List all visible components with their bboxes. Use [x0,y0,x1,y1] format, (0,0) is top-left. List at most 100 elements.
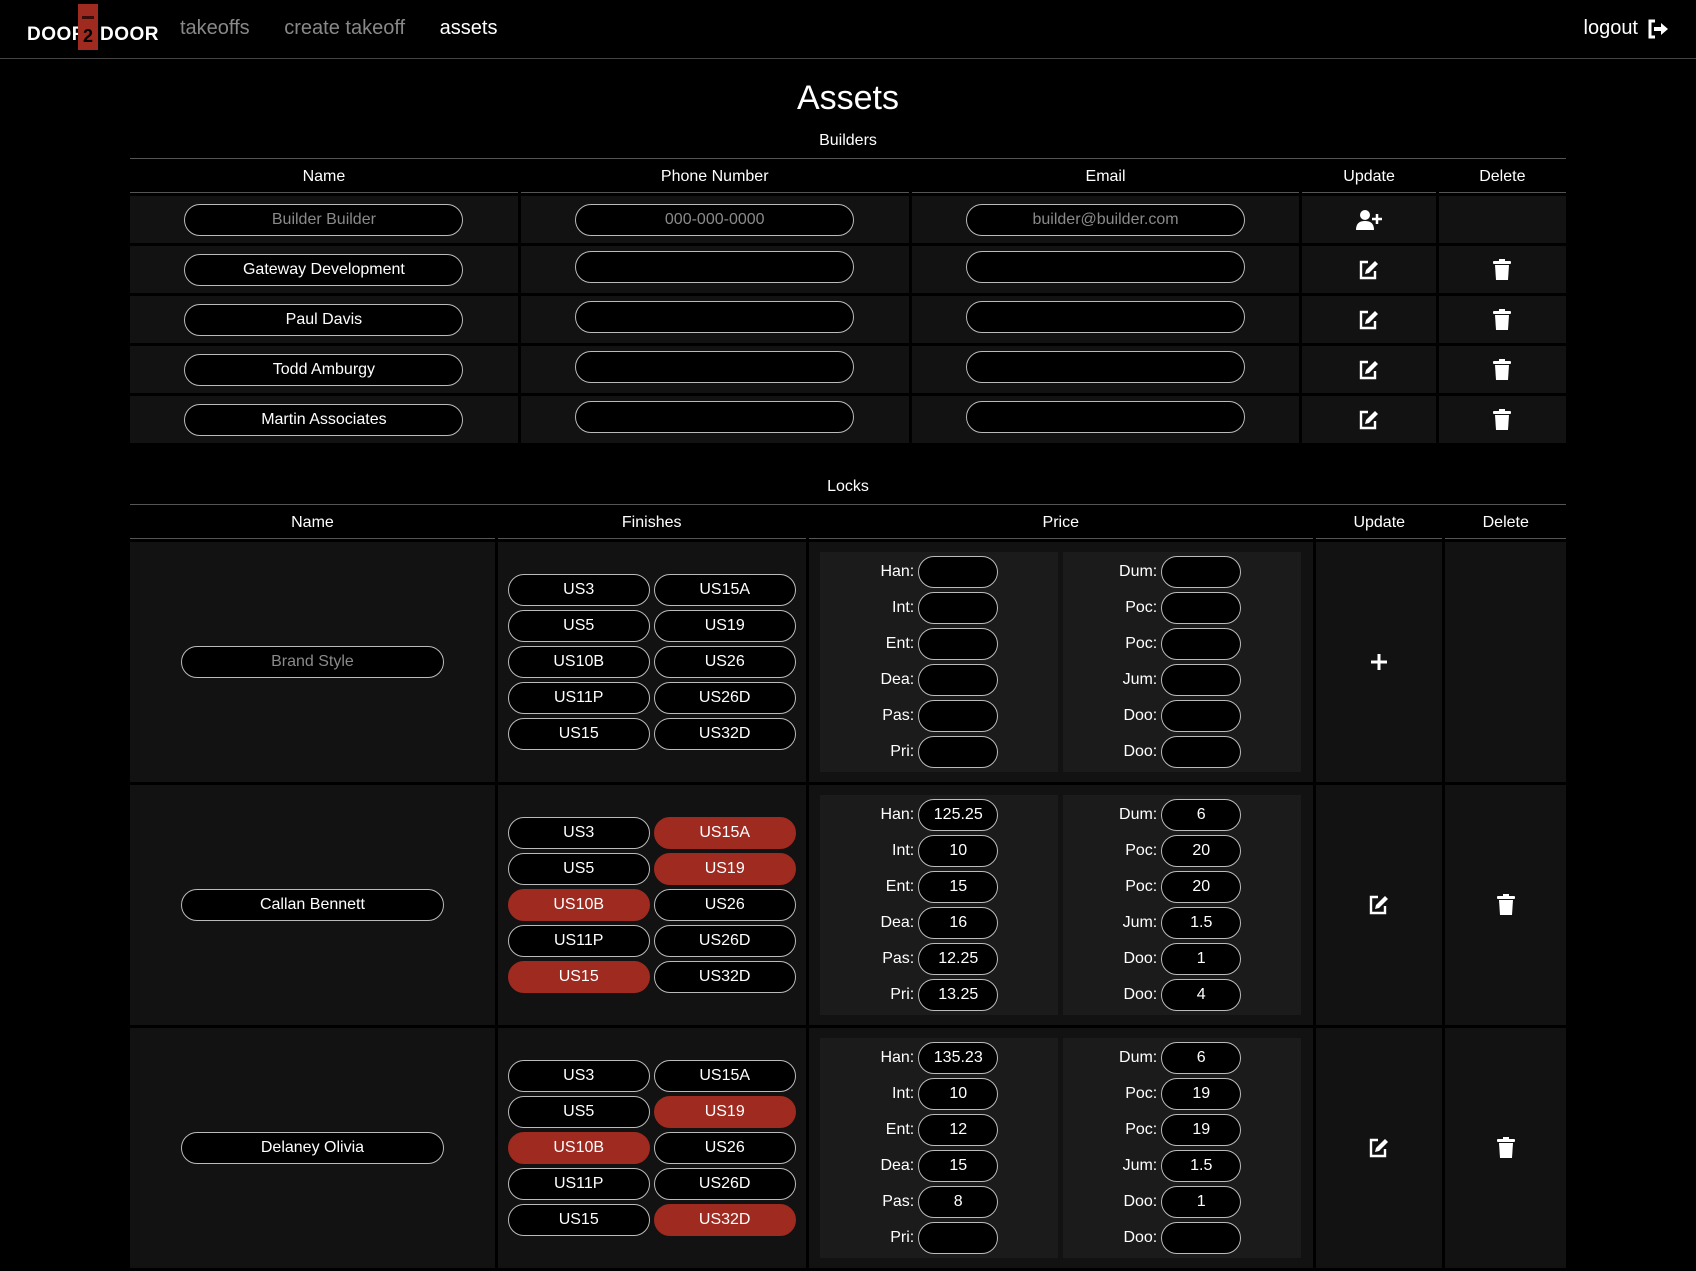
door2door-logo[interactable]: DOOR 2 DOOR [26,4,159,50]
price-input[interactable]: 16 [918,907,999,939]
price-input[interactable]: 125.25 [918,799,999,831]
price-input[interactable] [1161,592,1242,624]
nav-link-create-takeoff[interactable]: create takeoff [284,17,405,39]
finish-option[interactable]: US26 [653,646,796,678]
price-input[interactable] [918,700,999,732]
builder-name-field[interactable]: Todd Amburgy [184,353,464,386]
finish-option[interactable]: US5 [507,1096,650,1128]
builder-phone-field[interactable] [575,301,855,333]
builder-email-field[interactable] [966,401,1246,433]
price-input[interactable] [918,1222,999,1254]
price-input[interactable]: 20 [1161,835,1242,867]
lock-name-field[interactable]: Callan Bennett [180,889,444,921]
builder-phone-input[interactable]: 000-000-0000 [575,203,855,236]
price-input[interactable]: 15 [918,1150,999,1182]
price-input[interactable]: 15 [918,871,999,903]
builder-phone-field[interactable] [575,401,855,433]
price-input[interactable]: 6 [1161,1042,1242,1074]
price-input[interactable]: 20 [1161,871,1242,903]
finish-option[interactable]: US11P [507,925,650,957]
nav-link-assets[interactable]: assets [440,17,498,39]
trash-icon[interactable] [1493,258,1512,281]
price-input[interactable]: 13.25 [918,979,999,1011]
price-input[interactable]: 19 [1161,1114,1242,1146]
finish-option[interactable]: US26D [653,682,796,714]
price-input[interactable] [918,664,999,696]
edit-icon[interactable] [1358,359,1380,381]
finish-option[interactable]: US32D [653,961,796,993]
price-input[interactable]: 8 [918,1186,999,1218]
edit-icon[interactable] [1358,309,1380,331]
price-input[interactable]: 1 [1161,943,1242,975]
price-input[interactable]: 1 [1161,1186,1242,1218]
builder-email-field[interactable] [966,351,1246,383]
builder-phone-field[interactable] [575,351,855,383]
price-input[interactable] [918,736,999,768]
finish-option[interactable]: US32D [653,1204,796,1236]
lock-name-field[interactable]: Delaney Olivia [180,1132,444,1164]
finish-option[interactable]: US15A [653,817,796,849]
builder-email-field[interactable] [966,251,1246,283]
price-input[interactable] [1161,1222,1242,1254]
plus-icon[interactable] [1370,653,1388,671]
price-input[interactable]: 19 [1161,1078,1242,1110]
edit-icon[interactable] [1358,409,1380,431]
trash-icon[interactable] [1496,894,1515,916]
price-input[interactable] [1161,700,1242,732]
finish-option[interactable]: US26D [653,925,796,957]
builder-email-field[interactable] [966,301,1246,333]
finish-option[interactable]: US10B [507,646,650,678]
price-input[interactable]: 1.5 [1161,1150,1242,1182]
finish-option[interactable]: US19 [653,1096,796,1128]
price-input[interactable] [1161,628,1242,660]
finish-option[interactable]: US15 [507,718,650,750]
price-input[interactable]: 4 [1161,979,1242,1011]
finish-option[interactable]: US11P [507,1168,650,1200]
builder-name-field[interactable]: Gateway Development [184,253,464,286]
finish-option[interactable]: US32D [653,718,796,750]
finish-option[interactable]: US15 [507,1204,650,1236]
price-input[interactable]: 12 [918,1114,999,1146]
finish-option[interactable]: US5 [507,610,650,642]
finish-option[interactable]: US11P [507,682,650,714]
trash-icon[interactable] [1493,308,1512,331]
price-input[interactable] [918,628,999,660]
price-input[interactable]: 10 [918,835,999,867]
finish-option[interactable]: US10B [507,889,650,921]
edit-icon[interactable] [1368,894,1390,916]
builder-email-input[interactable]: builder@builder.com [966,203,1246,236]
trash-icon[interactable] [1496,1137,1515,1159]
price-input[interactable] [1161,664,1242,696]
trash-icon[interactable] [1493,408,1512,431]
builder-name-field[interactable]: Martin Associates [184,403,464,436]
edit-icon[interactable] [1358,259,1380,281]
price-input[interactable] [918,556,999,588]
trash-icon[interactable] [1493,358,1512,381]
finish-option[interactable]: US15 [507,961,650,993]
edit-icon[interactable] [1368,1137,1390,1159]
finish-option[interactable]: US3 [507,817,650,849]
price-input[interactable]: 10 [918,1078,999,1110]
price-input[interactable]: 135.23 [918,1042,999,1074]
finish-option[interactable]: US15A [653,1060,796,1092]
builder-name-input[interactable]: Builder Builder [184,203,464,236]
finish-option[interactable]: US3 [507,574,650,606]
finish-option[interactable]: US26 [653,889,796,921]
lock-name-input[interactable]: Brand Style [180,646,444,678]
finish-option[interactable]: US19 [653,853,796,885]
price-input[interactable] [1161,736,1242,768]
builder-name-field[interactable]: Paul Davis [184,303,464,336]
user-plus-icon[interactable] [1356,209,1383,231]
price-input[interactable] [1161,556,1242,588]
finish-option[interactable]: US5 [507,853,650,885]
price-input[interactable]: 6 [1161,799,1242,831]
finish-option[interactable]: US26D [653,1168,796,1200]
logout-button[interactable]: logout [1584,17,1670,40]
builder-phone-field[interactable] [575,251,855,283]
finish-option[interactable]: US19 [653,610,796,642]
price-input[interactable]: 1.5 [1161,907,1242,939]
finish-option[interactable]: US10B [507,1132,650,1164]
finish-option[interactable]: US26 [653,1132,796,1164]
finish-option[interactable]: US15A [653,574,796,606]
nav-link-takeoffs[interactable]: takeoffs [180,17,250,39]
